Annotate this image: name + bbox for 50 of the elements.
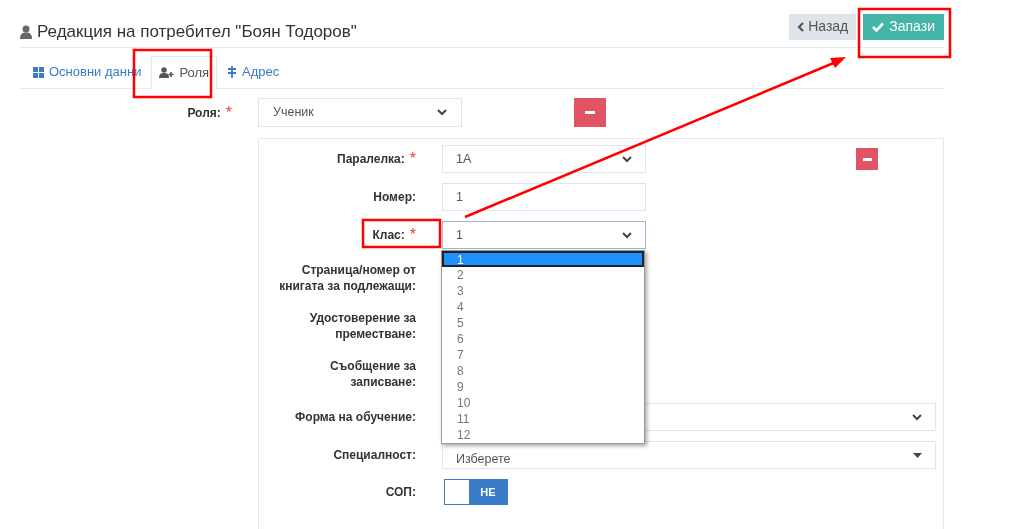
dropdown-option[interactable]: 8 (442, 363, 644, 379)
field-label: Удостоверение за преместване: (308, 310, 416, 342)
field-label: Съобщение за записване: (328, 358, 416, 390)
minus-icon (585, 111, 595, 114)
select-field[interactable]: 1 (442, 221, 646, 249)
input-field[interactable]: 1 (442, 183, 646, 211)
required-mark: * (225, 102, 232, 123)
signpost-icon (227, 66, 238, 78)
back-button[interactable]: Назад (789, 13, 857, 40)
field-label: Страница/номер от книгата за подлежащи: (278, 262, 416, 294)
grid-icon (33, 66, 44, 78)
dropdown-option[interactable]: 12 (442, 427, 644, 443)
page-title: Редакция на потребител "Боян Тодоров" (37, 20, 357, 43)
dropdown-option[interactable]: 4 (442, 299, 644, 315)
user-icon (20, 24, 32, 39)
required-mark: * (409, 149, 416, 169)
field-label: Клас: (372, 227, 405, 243)
dropdown-option[interactable]: 3 (442, 283, 644, 299)
remove-button[interactable] (574, 98, 606, 127)
field-label: Роля: (187, 104, 221, 121)
dropdown-option[interactable]: 9 (442, 379, 644, 395)
dropdown-option[interactable]: 11 (442, 411, 644, 427)
chevron-down-icon (912, 413, 922, 421)
dropdown-option[interactable]: 10 (442, 395, 644, 411)
caret-icon (913, 452, 922, 458)
check-icon (872, 21, 885, 32)
field-label: Номер: (373, 189, 416, 205)
field-label: СОП: (385, 484, 416, 500)
required-mark: * (409, 225, 416, 245)
tab[interactable]: Роля (151, 56, 218, 89)
remove-button[interactable] (856, 148, 878, 170)
chevron-down-icon (622, 155, 632, 163)
save-button[interactable]: Запази (863, 13, 944, 40)
toggle-switch[interactable]: НЕ (444, 479, 508, 505)
chevron-down-icon (437, 109, 447, 116)
dropdown-option[interactable]: 5 (442, 315, 644, 331)
role-select[interactable]: Ученик (258, 98, 462, 127)
dropdown-option[interactable]: 2 (442, 267, 644, 283)
minus-icon (862, 157, 872, 161)
chevron-left-icon (797, 21, 805, 32)
dropdown-option[interactable]: 6 (442, 331, 644, 347)
dropdown-option[interactable]: 7 (442, 347, 644, 363)
user-plus-icon (159, 67, 175, 78)
dropdown-option[interactable]: 1 (442, 251, 644, 267)
field-label: Специалност: (333, 447, 416, 463)
chevron-down-icon (622, 231, 632, 239)
select-field[interactable]: 1А (442, 145, 646, 173)
field-label: Форма на обучение: (295, 409, 416, 425)
field-label: Паралелка: (337, 151, 405, 167)
tab[interactable]: Адрес (225, 56, 282, 88)
